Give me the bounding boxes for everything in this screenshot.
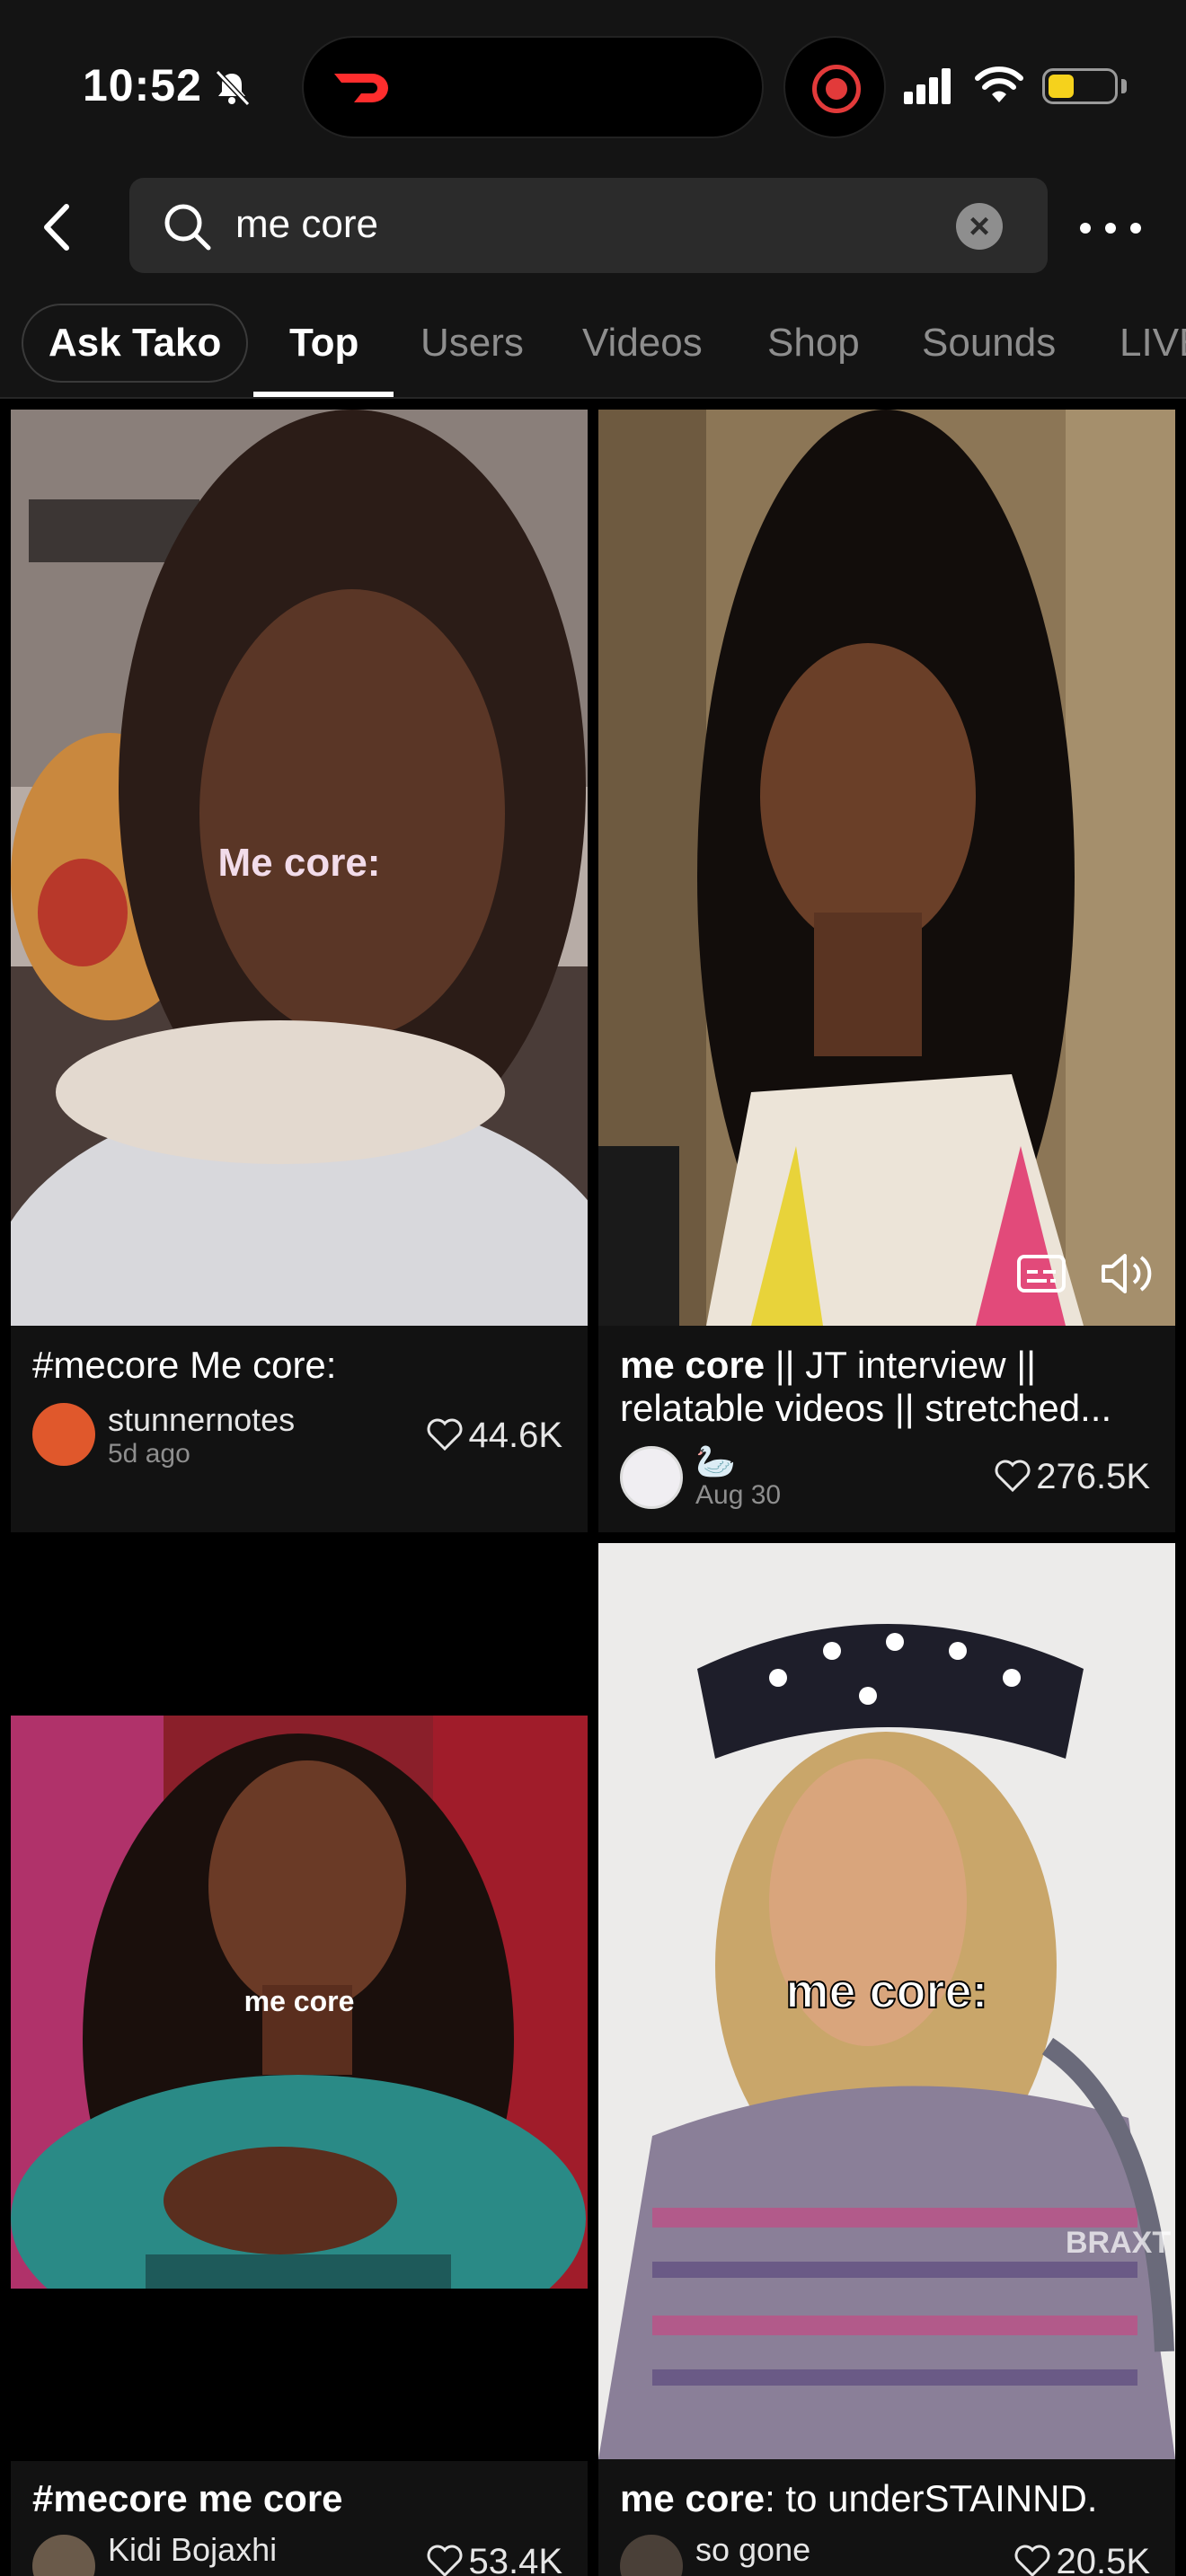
author-name[interactable]: 🦢 bbox=[695, 1442, 736, 1480]
video-card[interactable]: me core #mecore me core Kidi Bojaxhi 53.… bbox=[11, 1716, 588, 2576]
video-title-bold: me core bbox=[620, 2477, 766, 2519]
tab-users[interactable]: Users bbox=[420, 304, 524, 383]
heart-icon bbox=[428, 1418, 463, 1451]
video-card[interactable]: me core: BRAXT me core: to underSTAINND.… bbox=[598, 1543, 1175, 2576]
more-options-button[interactable] bbox=[1075, 205, 1146, 250]
video-title-text: : to underSTAINND. bbox=[765, 2477, 1098, 2519]
battery-icon bbox=[1042, 68, 1118, 104]
like-count-value: 20.5K bbox=[1056, 2542, 1150, 2576]
screen-recording-indicator bbox=[783, 36, 886, 138]
status-time: 10:52 bbox=[83, 60, 202, 110]
cellular-signal-icon bbox=[904, 68, 951, 104]
clear-search-button[interactable]: × bbox=[956, 203, 1003, 250]
search-header: me core × bbox=[0, 171, 1186, 287]
avatar[interactable] bbox=[620, 2535, 683, 2576]
video-title-bold: #mecore me core bbox=[32, 2477, 343, 2519]
video-card[interactable]: me core || JT interview || relatable vid… bbox=[598, 410, 1175, 1532]
tab-shop[interactable]: Shop bbox=[767, 304, 860, 383]
video-thumbnail: me core bbox=[11, 1716, 588, 2289]
tab-live[interactable]: LIVE bbox=[1120, 304, 1186, 383]
video-caption-overlay: Me core: bbox=[217, 841, 381, 885]
avatar[interactable] bbox=[32, 1403, 95, 1466]
dynamic-island bbox=[302, 36, 764, 138]
author-name[interactable]: so gone bbox=[695, 2531, 810, 2569]
search-icon bbox=[164, 204, 211, 251]
tab-videos[interactable]: Videos bbox=[582, 304, 703, 383]
author-name[interactable]: Kidi Bojaxhi bbox=[108, 2531, 277, 2569]
video-title: me core: to underSTAINND. bbox=[620, 2477, 1154, 2520]
more-dot bbox=[1130, 223, 1141, 234]
like-count-value: 44.6K bbox=[468, 1416, 562, 1455]
tab-sounds[interactable]: Sounds bbox=[922, 304, 1056, 383]
video-caption-overlay: me core: bbox=[784, 1963, 988, 2019]
status-bar: 10:52 bbox=[0, 0, 1186, 171]
like-count: 20.5K bbox=[1014, 2542, 1150, 2576]
more-dot bbox=[1105, 223, 1116, 234]
search-tabs: Ask Tako Top Users Videos Shop Sounds LI… bbox=[0, 287, 1186, 399]
doordash-logo-icon bbox=[334, 74, 388, 102]
video-title: #mecore me core bbox=[32, 2477, 566, 2520]
video-caption-overlay: me core bbox=[243, 1985, 355, 2017]
like-count: 44.6K bbox=[427, 1416, 562, 1456]
video-title-text: #mecore Me core: bbox=[32, 1344, 337, 1386]
like-count-value: 276.5K bbox=[1036, 1457, 1150, 1496]
battery-cap bbox=[1121, 79, 1127, 93]
tab-ask-tako[interactable]: Ask Tako bbox=[22, 304, 249, 383]
record-icon bbox=[812, 65, 861, 113]
video-thumbnail: Me core: bbox=[11, 410, 588, 1326]
more-dot bbox=[1080, 223, 1091, 234]
video-title: #mecore Me core: bbox=[32, 1344, 566, 1387]
captions-icon[interactable] bbox=[1016, 1254, 1067, 1293]
heart-icon bbox=[428, 2545, 463, 2576]
like-count: 276.5K bbox=[995, 1457, 1150, 1497]
video-watermark: BRAXT bbox=[1066, 2226, 1172, 2260]
back-button[interactable] bbox=[27, 196, 90, 259]
post-date: Aug 30 bbox=[695, 1480, 782, 1510]
video-title-bold: me core bbox=[620, 1344, 766, 1386]
video-thumbnail bbox=[598, 410, 1175, 1326]
search-input[interactable]: me core bbox=[235, 198, 954, 251]
author-name[interactable]: stunnernotes bbox=[108, 1401, 295, 1439]
video-thumbnail: me core: BRAXT bbox=[598, 1543, 1175, 2459]
like-count-value: 53.4K bbox=[468, 2542, 562, 2576]
avatar[interactable] bbox=[620, 1446, 683, 1509]
heart-icon bbox=[1015, 2545, 1050, 2576]
tab-top[interactable]: Top bbox=[289, 304, 358, 383]
heart-icon bbox=[995, 1460, 1031, 1492]
like-count: 53.4K bbox=[427, 2542, 562, 2576]
battery-level bbox=[1049, 75, 1074, 98]
volume-icon[interactable] bbox=[1100, 1250, 1154, 1297]
bell-muted-icon bbox=[215, 69, 251, 107]
search-bar[interactable]: me core × bbox=[129, 178, 1048, 273]
wifi-icon bbox=[975, 66, 1023, 102]
video-card[interactable]: Me core: #mecore Me core: stunnernotes 5… bbox=[11, 410, 588, 1532]
post-date: 5d ago bbox=[108, 1439, 190, 1469]
video-title: me core || JT interview || relatable vid… bbox=[620, 1344, 1154, 1430]
active-tab-indicator bbox=[253, 392, 394, 397]
